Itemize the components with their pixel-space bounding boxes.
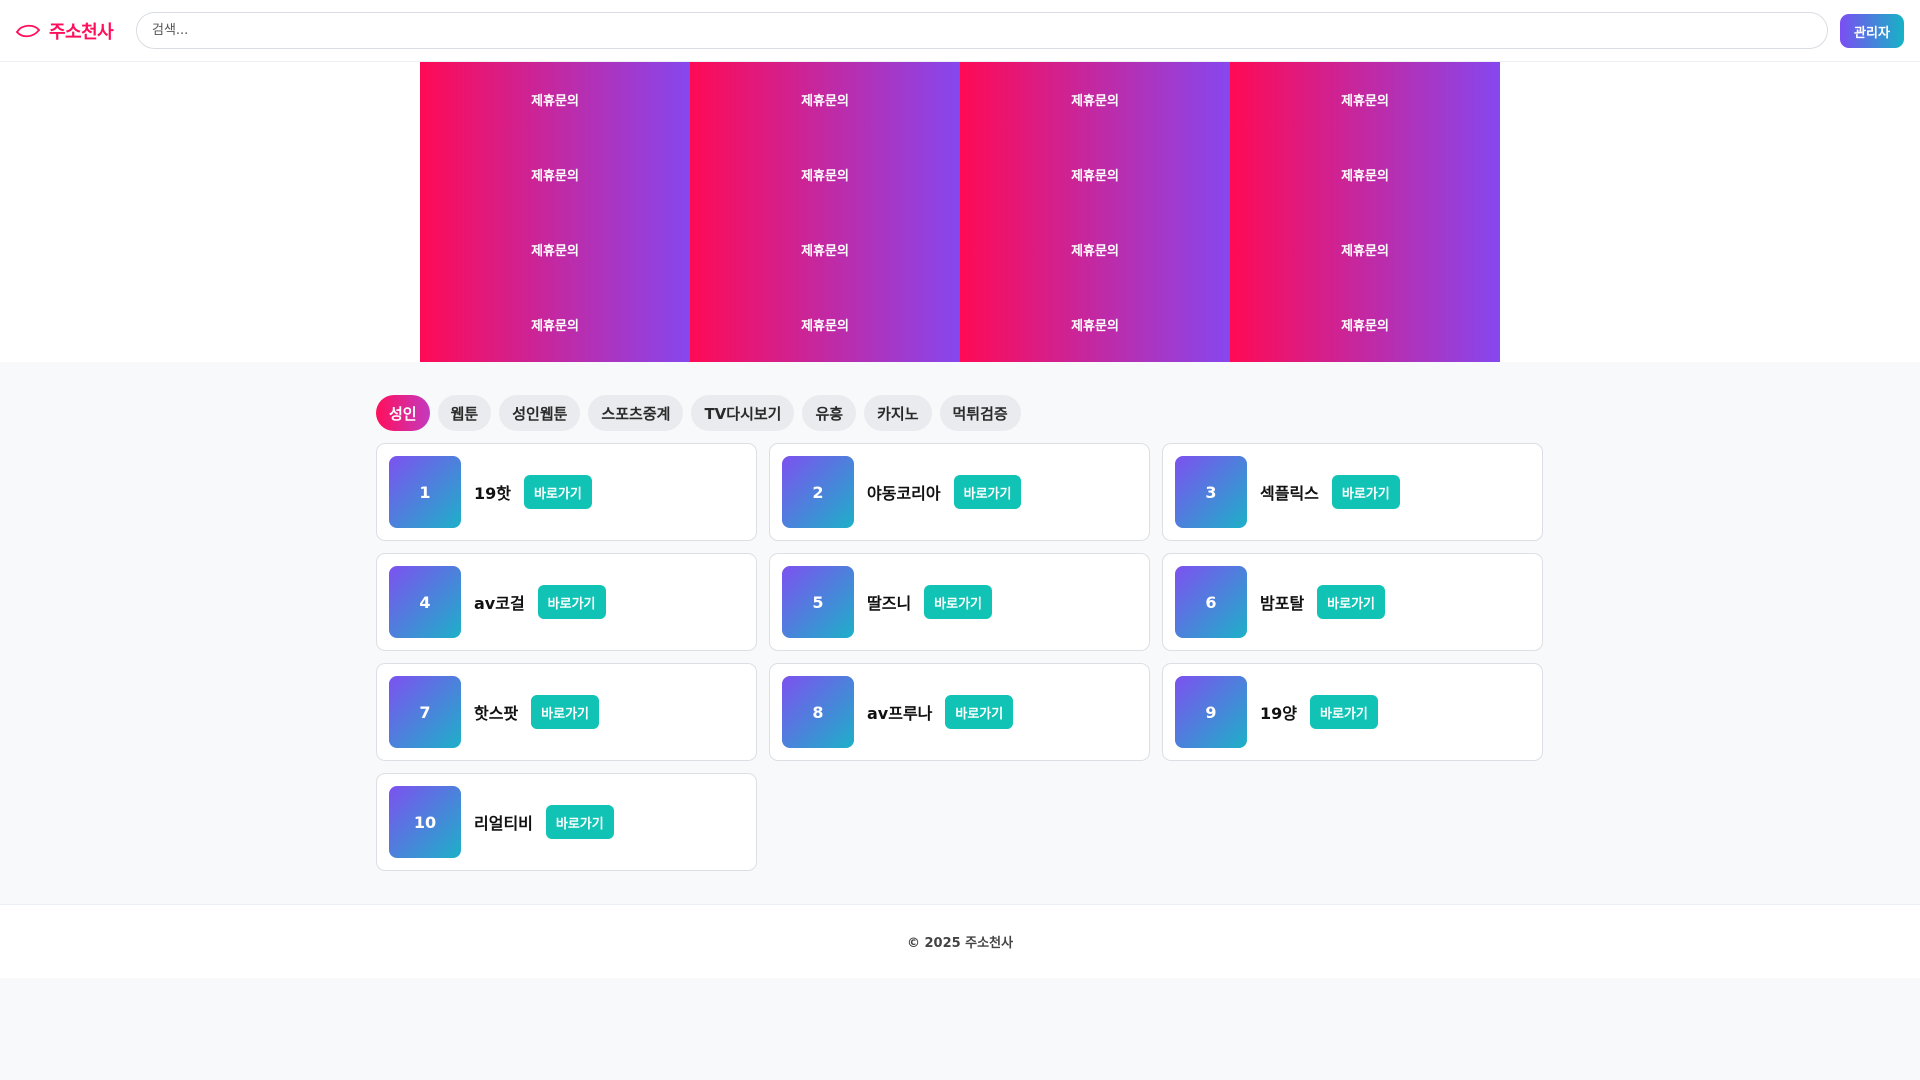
- rank-badge: 5: [782, 566, 854, 638]
- rank-badge: 6: [1175, 566, 1247, 638]
- site-name: 야동코리아: [867, 484, 941, 503]
- site-card: 6 밤포탈 바로가기: [1162, 553, 1543, 651]
- site-card: 10 리얼티비 바로가기: [376, 773, 757, 871]
- category-tabs: 성인 웹툰 성인웹툰 스포츠중계 TV다시보기 유흥 카지노 먹튀검증: [376, 395, 1021, 431]
- eye-logo-icon: [16, 24, 40, 38]
- tab-adult-webtoon[interactable]: 성인웹툰: [499, 395, 581, 431]
- site-name: 리얼티비: [474, 814, 533, 833]
- banner-ad[interactable]: 제휴문의: [1230, 137, 1500, 212]
- rank-badge: 2: [782, 456, 854, 528]
- go-button[interactable]: 바로가기: [1317, 585, 1386, 619]
- copyright-text: © 2025 주소천사: [906, 936, 1014, 951]
- site-name: 19핫: [474, 484, 511, 503]
- tab-sports-stream[interactable]: 스포츠중계: [588, 395, 684, 431]
- admin-button[interactable]: 관리자: [1840, 14, 1904, 48]
- go-button[interactable]: 바로가기: [1331, 475, 1400, 509]
- tab-webtoon[interactable]: 웹툰: [437, 395, 492, 431]
- banner-ad[interactable]: 제휴문의: [690, 62, 960, 137]
- go-button[interactable]: 바로가기: [537, 585, 606, 619]
- site-name: 핫스팟: [474, 704, 519, 723]
- rank-badge: 1: [389, 456, 461, 528]
- banner-ad[interactable]: 제휴문의: [1230, 287, 1500, 362]
- site-card: 8 av프루나 바로가기: [769, 663, 1150, 761]
- banner-ad[interactable]: 제휴문의: [690, 212, 960, 287]
- site-card: 1 19핫 바로가기: [376, 443, 757, 541]
- go-button[interactable]: 바로가기: [1310, 695, 1378, 729]
- go-button[interactable]: 바로가기: [945, 695, 1014, 729]
- banner-ad[interactable]: 제휴문의: [420, 62, 690, 137]
- banner-ad[interactable]: 제휴문의: [960, 287, 1230, 362]
- tab-tv-replay[interactable]: TV다시보기: [691, 395, 795, 431]
- banner-grid: 제휴문의 제휴문의 제휴문의 제휴문의 제휴문의 제휴문의 제휴문의 제휴문의 …: [420, 62, 1500, 362]
- go-button[interactable]: 바로가기: [531, 695, 600, 729]
- banner-section: 제휴문의 제휴문의 제휴문의 제휴문의 제휴문의 제휴문의 제휴문의 제휴문의 …: [0, 62, 1920, 362]
- site-list: 1 19핫 바로가기 2 야동코리아 바로가기 3 섹플릭스 바로가기 4 av…: [376, 443, 1544, 871]
- go-button[interactable]: 바로가기: [545, 805, 614, 839]
- rank-badge: 8: [782, 676, 854, 748]
- footer: © 2025 주소천사: [0, 904, 1920, 978]
- site-card: 9 19양 바로가기: [1162, 663, 1543, 761]
- tab-entertainment[interactable]: 유흥: [802, 395, 857, 431]
- site-card: 2 야동코리아 바로가기: [769, 443, 1150, 541]
- banner-ad[interactable]: 제휴문의: [1230, 212, 1500, 287]
- header: 주소천사 관리자: [0, 0, 1920, 62]
- banner-ad[interactable]: 제휴문의: [420, 212, 690, 287]
- rank-badge: 9: [1175, 676, 1247, 748]
- go-button[interactable]: 바로가기: [953, 475, 1022, 509]
- tab-casino[interactable]: 카지노: [864, 395, 932, 431]
- site-card: 4 av코걸 바로가기: [376, 553, 757, 651]
- banner-ad[interactable]: 제휴문의: [690, 137, 960, 212]
- rank-badge: 4: [389, 566, 461, 638]
- banner-ad[interactable]: 제휴문의: [960, 137, 1230, 212]
- go-button[interactable]: 바로가기: [924, 585, 993, 619]
- rank-badge: 7: [389, 676, 461, 748]
- banner-ad[interactable]: 제휴문의: [960, 62, 1230, 137]
- rank-badge: 3: [1175, 456, 1247, 528]
- site-name: 19양: [1260, 704, 1297, 723]
- site-card: 5 딸즈니 바로가기: [769, 553, 1150, 651]
- banner-ad[interactable]: 제휴문의: [420, 287, 690, 362]
- logo-text: 주소천사: [49, 22, 114, 43]
- site-card: 3 섹플릭스 바로가기: [1162, 443, 1543, 541]
- site-name: av프루나: [867, 704, 933, 723]
- logo[interactable]: 주소천사: [16, 14, 114, 48]
- tab-adult[interactable]: 성인: [376, 395, 430, 431]
- banner-ad[interactable]: 제휴문의: [690, 287, 960, 362]
- tab-scam-verify[interactable]: 먹튀검증: [939, 395, 1021, 431]
- go-button[interactable]: 바로가기: [524, 475, 592, 509]
- site-name: 딸즈니: [867, 594, 912, 613]
- site-name: av코걸: [474, 594, 525, 613]
- banner-ad[interactable]: 제휴문의: [420, 137, 690, 212]
- banner-ad[interactable]: 제휴문의: [960, 212, 1230, 287]
- search-input[interactable]: [136, 12, 1828, 49]
- site-name: 밤포탈: [1260, 594, 1305, 613]
- site-card: 7 핫스팟 바로가기: [376, 663, 757, 761]
- banner-ad[interactable]: 제휴문의: [1230, 62, 1500, 137]
- site-name: 섹플릭스: [1260, 484, 1319, 503]
- rank-badge: 10: [389, 786, 461, 858]
